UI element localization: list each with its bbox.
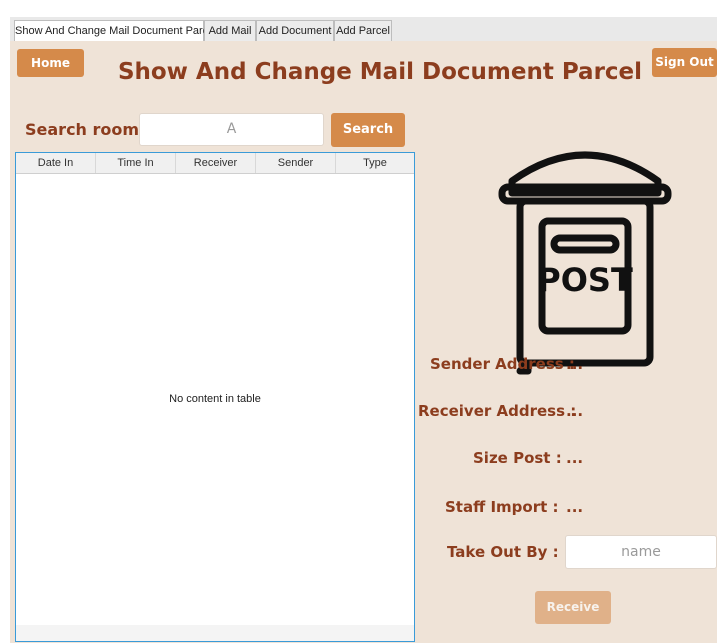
receiver-address-value: ... (566, 402, 584, 420)
search-room-input[interactable]: A (139, 113, 324, 146)
table-horizontal-scrollbar[interactable] (16, 625, 414, 641)
size-post-value: ... (566, 449, 584, 467)
table-empty-message: No content in table (169, 393, 261, 405)
column-type[interactable]: Type (336, 153, 414, 173)
search-room-label: Search room : (25, 120, 152, 139)
staff-import-value: ... (566, 498, 584, 516)
tab-add-document[interactable]: Add Document (256, 20, 334, 41)
post-text: POST (537, 261, 633, 299)
sender-address-label: Sender Address : (430, 355, 575, 373)
search-button[interactable]: Search (331, 113, 405, 147)
sign-out-button[interactable]: Sign Out (652, 48, 717, 77)
page-title: Show And Change Mail Document Parcel (117, 59, 643, 85)
tab-add-parcel[interactable]: Add Parcel (334, 20, 392, 41)
tab-add-mail[interactable]: Add Mail (204, 20, 256, 41)
take-out-by-label: Take Out By : (447, 543, 559, 561)
column-sender[interactable]: Sender (256, 153, 336, 173)
size-post-label: Size Post : (473, 449, 562, 467)
column-time-in[interactable]: Time In (96, 153, 176, 173)
mail-table[interactable]: Date In Time In Receiver Sender Type No … (15, 152, 415, 642)
sender-address-value: ... (566, 355, 584, 373)
table-header: Date In Time In Receiver Sender Type (16, 153, 414, 174)
receive-button[interactable]: Receive (535, 591, 611, 624)
column-date-in[interactable]: Date In (16, 153, 96, 173)
take-out-by-input[interactable]: name (565, 535, 717, 569)
tab-show-change-mail[interactable]: Show And Change Mail Document Parcel (14, 20, 217, 41)
home-button[interactable]: Home (17, 49, 84, 77)
receiver-address-label: Receiver Address : (418, 402, 577, 420)
column-receiver[interactable]: Receiver (176, 153, 256, 173)
post-mailbox-icon: POST (498, 151, 672, 375)
staff-import-label: Staff Import : (445, 498, 559, 516)
tab-bar: Show And Change Mail Document Parcel Add… (0, 0, 717, 42)
